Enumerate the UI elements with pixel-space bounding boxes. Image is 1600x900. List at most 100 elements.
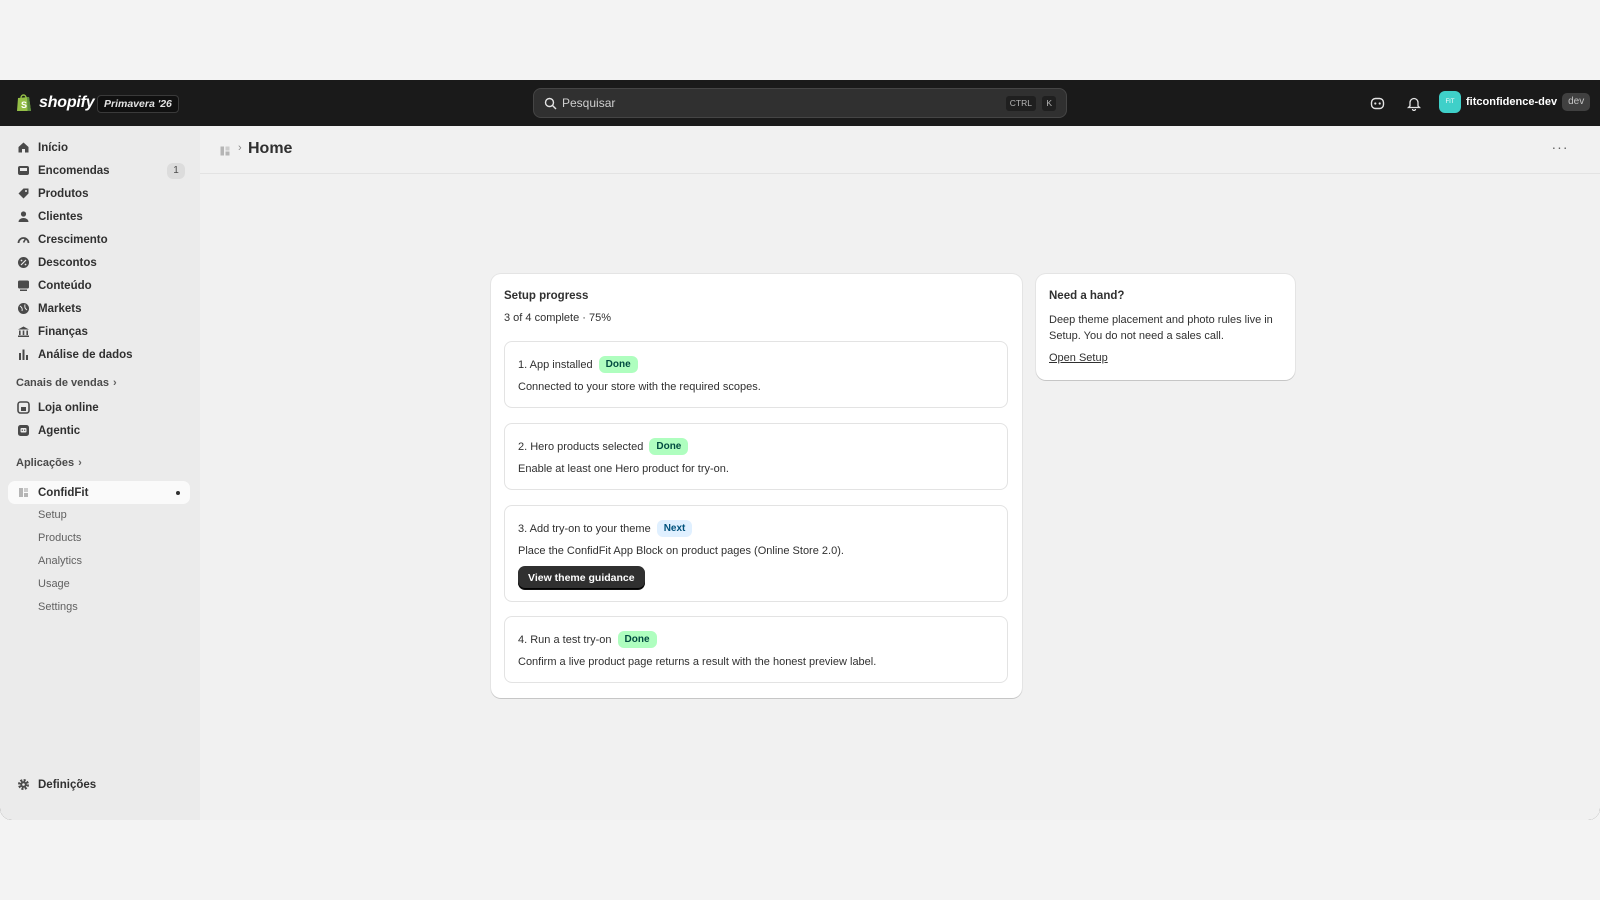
edition-badge[interactable]: Primavera '26 [97,95,179,113]
bank-icon [18,326,29,337]
page-header: › Home ··· [200,126,1600,174]
shopify-bag-icon: S [17,94,31,111]
sidebar-item-conteudo[interactable]: Conteúdo [8,274,190,297]
sales-channels-label: Canais de vendas [16,377,109,389]
sidebar: Início Encomendas 1 Produtos Clientes Cr… [0,126,200,820]
sidebar-item-label: Análise de dados [38,348,133,361]
page-title: Home [248,140,293,157]
help-text: Deep theme placement and photo rules liv… [1049,314,1273,342]
sidebar-item-crescimento[interactable]: Crescimento [8,228,190,251]
sidebar-item-label: Descontos [38,256,97,269]
tag-icon [18,188,29,199]
sidebar-item-label: Agentic [38,424,81,437]
help-title: Need a hand? [1049,290,1125,302]
content-icon [18,280,29,291]
search-icon [544,97,557,110]
notifications-button[interactable] [1405,94,1423,112]
sales-channels-header[interactable]: Canais de vendas › [16,377,117,389]
sidebar-item-label: Markets [38,302,82,315]
sidebar-item-label: Produtos [38,187,89,200]
sidebar-subitem-products[interactable]: Products [38,532,81,544]
sidebar-item-label: Conteúdo [38,279,92,292]
sidebar-item-agentic[interactable]: Agentic [8,419,190,442]
sidebar-item-encomendas[interactable]: Encomendas 1 [8,159,190,182]
sidebar-item-label: Definições [38,778,97,791]
sidebar-item-analise-de-dados[interactable]: Análise de dados [8,343,190,366]
sidebar-item-loja-online[interactable]: Loja online [8,396,190,419]
apps-header[interactable]: Aplicações › [16,457,82,469]
status-badge: Done [649,438,689,455]
status-badge: Done [598,356,638,373]
person-icon [18,211,29,222]
apps-label: Aplicações [16,457,75,469]
step-title: 3. Add try-on to your theme [518,522,651,535]
store-menu[interactable]: FIT fitconfidence-dev dev [1439,91,1591,113]
sidebar-subitem-setup[interactable]: Setup [38,509,67,521]
step-title-row: 4. Run a test try-on Done [518,631,657,648]
setup-progress-title: Setup progress [504,290,589,302]
store-name: fitconfidence-dev [1466,96,1558,108]
step-description: Connected to your store with the require… [518,381,761,393]
chevron-right-icon: › [238,142,242,154]
step-title: 1. App installed [518,358,593,371]
sidebar-item-definicoes[interactable]: Definições [8,773,190,796]
setup-progress-summary: 3 of 4 complete · 75% [504,312,612,324]
chevron-right-icon: › [112,377,117,389]
setup-step: 4. Run a test try-on Done Confirm a live… [504,616,1008,683]
sidebar-item-clientes[interactable]: Clientes [8,205,190,228]
discount-icon [18,257,29,268]
gauge-icon [17,237,30,244]
more-actions-button[interactable]: ··· [1548,140,1572,160]
app-icon[interactable] [220,146,230,156]
setup-step: 1. App installed Done Connected to your … [504,341,1008,408]
view-theme-guidance-button[interactable]: View theme guidance [518,566,645,589]
sidebar-item-descontos[interactable]: Descontos [8,251,190,274]
setup-progress-card: Setup progress 3 of 4 complete · 75% 1. … [491,274,1022,698]
sidebar-item-confidfit[interactable]: ConfidFit [8,481,190,504]
inbox-icon [18,166,29,175]
bar-chart-icon [19,349,28,360]
main-content: › Home ··· Setup progress 3 of 4 complet… [200,126,1600,820]
step-title-row: 1. App installed Done [518,356,638,373]
shopify-logo[interactable]: S shopify [16,93,95,112]
store-env-badge: dev [1562,93,1591,111]
sidebar-subitem-settings[interactable]: Settings [38,601,78,613]
gear-icon [18,779,29,790]
sidebar-item-inicio[interactable]: Início [8,136,190,159]
home-icon [18,142,29,153]
step-title-row: 3. Add try-on to your theme Next [518,520,693,537]
admin-window: S shopify Primavera '26 CTRL K [0,80,1600,820]
setup-step: 3. Add try-on to your theme Next Place t… [504,505,1008,602]
orders-count-badge: 1 [167,163,185,179]
sidebar-subitem-usage[interactable]: Usage [38,578,70,590]
sidebar-item-label: Início [38,141,69,154]
store-icon [17,401,30,414]
sidebar-item-produtos[interactable]: Produtos [8,182,190,205]
sidebar-subitem-analytics[interactable]: Analytics [38,555,82,567]
search-input[interactable] [560,89,960,117]
sidekick-button[interactable] [1368,94,1386,112]
step-description: Enable at least one Hero product for try… [518,463,729,475]
sidebar-item-financas[interactable]: Finanças [8,320,190,343]
search-bar[interactable]: CTRL K [533,88,1067,118]
chevron-right-icon: › [78,457,82,469]
setup-step: 2. Hero products selected Done Enable at… [504,423,1008,490]
pin-dot-icon[interactable] [176,491,180,495]
open-setup-link[interactable]: Open Setup [1049,352,1108,364]
sidebar-item-label: Finanças [38,325,88,338]
sidebar-item-label: Clientes [38,210,83,223]
status-badge: Done [617,631,657,648]
status-badge: Next [656,520,693,537]
sidebar-item-label: Crescimento [38,233,108,246]
sidekick-icon [1370,97,1384,109]
step-title: 4. Run a test try-on [518,633,612,646]
globe-icon [18,303,29,314]
help-card: Need a hand? Deep theme placement and ph… [1036,274,1295,380]
sidebar-item-label: Loja online [38,401,99,414]
sidebar-item-label: Encomendas [38,164,110,177]
step-title-row: 2. Hero products selected Done [518,438,689,455]
sidebar-item-markets[interactable]: Markets [8,297,190,320]
svg-text:S: S [21,100,27,110]
shopify-wordmark: shopify [39,93,95,111]
sidebar-item-label: ConfidFit [38,486,89,499]
